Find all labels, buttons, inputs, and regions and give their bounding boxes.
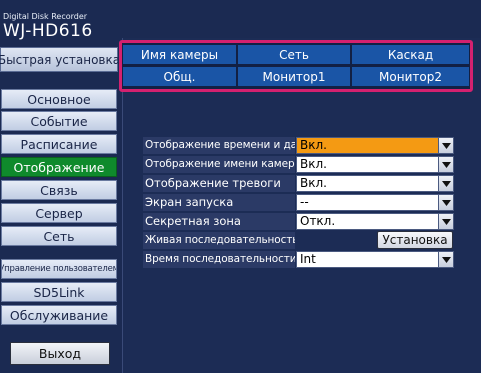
sidebar-item-basic[interactable]: Основное <box>1 89 117 109</box>
sidebar: Digital Disk Recorder WJ-HD616 Быстрая у… <box>0 0 120 373</box>
tab-monitor1[interactable]: Монитор1 <box>238 67 350 86</box>
row-label-alarm-display: Отображение тревоги <box>143 175 295 192</box>
sequence-time-select[interactable]: Int <box>296 251 454 268</box>
tab-cascade[interactable]: Каскад <box>352 45 469 64</box>
tab-general[interactable]: Общ. <box>123 67 236 86</box>
alarm-display-select[interactable]: Вкл. <box>296 175 454 192</box>
live-sequence-setup-button[interactable]: Установка <box>377 231 453 249</box>
startup-screen-select[interactable]: -- <box>296 194 454 211</box>
sidebar-item-maintenance[interactable]: Обслуживание <box>1 305 117 325</box>
row-label-camera-name-display: Отображение имени камеры <box>143 156 295 173</box>
row-label-time-date-display: Отображение времени и даты <box>143 137 295 154</box>
sidebar-item-display[interactable]: Отображение <box>1 157 117 177</box>
startup-screen-value: -- <box>300 195 309 209</box>
chevron-down-icon[interactable] <box>438 252 453 267</box>
camera-name-display-select[interactable]: Вкл. <box>296 156 454 173</box>
camera-name-display-value: Вкл. <box>300 157 327 171</box>
row-label-live-sequence: Живая последовательность <box>143 232 295 249</box>
chevron-down-icon[interactable] <box>438 157 453 172</box>
alarm-display-value: Вкл. <box>300 176 327 190</box>
privacy-zone-value: Откл. <box>300 214 336 228</box>
chevron-down-icon[interactable] <box>438 176 453 191</box>
brand: Digital Disk Recorder WJ-HD616 <box>3 12 93 40</box>
row-label-startup-screen: Экран запуска <box>143 194 295 211</box>
sidebar-item-schedule[interactable]: Расписание <box>1 134 117 154</box>
exit-button[interactable]: Выход <box>10 342 110 365</box>
row-label-privacy-zone: Секретная зона <box>143 213 295 230</box>
chevron-down-icon[interactable] <box>438 214 453 229</box>
chevron-down-icon[interactable] <box>438 138 453 153</box>
sidebar-item-server[interactable]: Сервер <box>1 203 117 223</box>
chevron-down-icon[interactable] <box>438 195 453 210</box>
sidebar-item-user-management[interactable]: Управление пользователем <box>1 259 117 279</box>
sidebar-item-network[interactable]: Сеть <box>1 226 117 246</box>
recorder-setup-screen: Digital Disk Recorder WJ-HD616 Быстрая у… <box>0 0 481 373</box>
sequence-time-value: Int <box>300 252 316 266</box>
sidebar-item-communication[interactable]: Связь <box>1 180 117 200</box>
tab-camera-name[interactable]: Имя камеры <box>123 45 236 64</box>
sidebar-item-sd5link[interactable]: SD5Link <box>1 282 117 302</box>
row-label-sequence-time: Время последовательности <box>143 251 295 268</box>
time-date-display-value: Вкл. <box>300 138 327 152</box>
time-date-display-select[interactable]: Вкл. <box>296 137 454 154</box>
sidebar-item-event[interactable]: Событие <box>1 111 117 131</box>
quick-setup-button[interactable]: Быстрая установка <box>0 47 120 72</box>
privacy-zone-select[interactable]: Откл. <box>296 213 454 230</box>
tab-monitor2[interactable]: Монитор2 <box>352 67 469 86</box>
device-model: WJ-HD616 <box>3 21 93 41</box>
tab-network[interactable]: Сеть <box>238 45 350 64</box>
